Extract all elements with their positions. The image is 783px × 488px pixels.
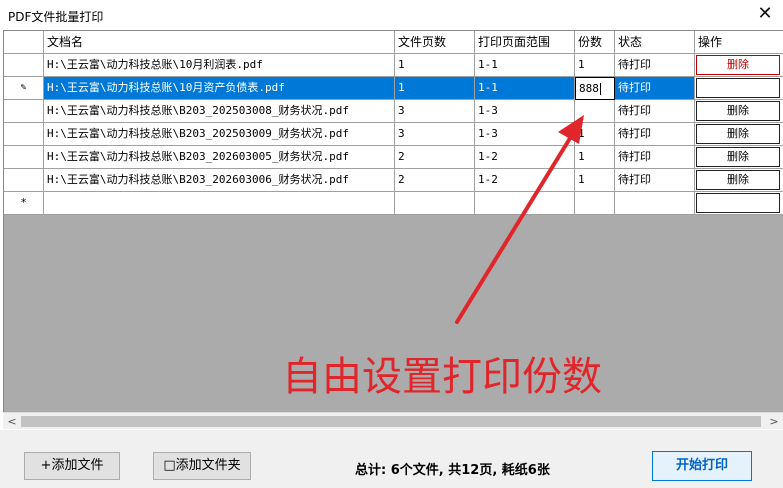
cell-status: 待打印 xyxy=(615,123,695,146)
close-icon[interactable]: ✕ xyxy=(755,4,775,24)
scroll-left-icon[interactable]: < xyxy=(5,414,19,429)
column-header-name[interactable]: 文档名 xyxy=(44,31,395,54)
bottom-toolbar: +添加文件 □添加文件夹 总计: 6个文件, 共12页, 耗纸6张 开始打印 xyxy=(0,430,783,488)
cell-page-count[interactable] xyxy=(395,192,475,215)
cell-page-range[interactable]: 1-3 xyxy=(475,100,575,123)
cell-file-name[interactable]: H:\王云富\动力科技总账\B203_202503008_财务状况.pdf xyxy=(44,100,395,123)
add-file-button[interactable]: +添加文件 xyxy=(24,452,120,480)
cell-action: 删除 xyxy=(695,54,783,77)
cell-status: 待打印 xyxy=(615,77,695,100)
cell-page-count[interactable]: 2 xyxy=(395,146,475,169)
cell-file-name[interactable]: H:\王云富\动力科技总账\B203_202603006_财务状况.pdf xyxy=(44,169,395,192)
scroll-right-icon[interactable]: > xyxy=(767,414,781,429)
row-header-corner xyxy=(4,31,44,54)
row-header[interactable] xyxy=(4,169,44,192)
cell-status: 待打印 xyxy=(615,54,695,77)
horizontal-scrollbar[interactable]: < > xyxy=(3,412,783,429)
row-header[interactable] xyxy=(4,54,44,77)
table-row[interactable]: H:\王云富\动力科技总账\B203_202503008_财务状况.pdf 3 … xyxy=(4,100,783,123)
cell-action xyxy=(695,77,783,100)
cell-action: 删除 xyxy=(695,100,783,123)
cell-page-range[interactable]: 1-1 xyxy=(475,77,575,100)
new-row-marker: * xyxy=(4,192,44,215)
cell-page-range[interactable]: 1-1 xyxy=(475,54,575,77)
cell-copies[interactable]: 1 xyxy=(575,54,615,77)
cell-status: 待打印 xyxy=(615,100,695,123)
column-header-pages[interactable]: 文件页数 xyxy=(395,31,475,54)
delete-button[interactable]: 删除 xyxy=(696,147,780,167)
title-bar: PDF文件批量打印 ✕ xyxy=(0,0,783,30)
cell-page-count[interactable]: 3 xyxy=(395,123,475,146)
cell-page-range[interactable] xyxy=(475,192,575,215)
cell-page-range[interactable]: 1-2 xyxy=(475,169,575,192)
cell-page-count[interactable]: 3 xyxy=(395,100,475,123)
table-row[interactable]: H:\王云富\动力科技总账\10月利润表.pdf 1 1-1 1 待打印 删除 xyxy=(4,54,783,77)
delete-button[interactable]: 删除 xyxy=(696,170,780,190)
row-header[interactable] xyxy=(4,123,44,146)
cell-page-range[interactable]: 1-2 xyxy=(475,146,575,169)
cell-copies[interactable] xyxy=(575,100,615,123)
table-row[interactable]: H:\王云富\动力科技总账\B203_202603005_财务状况.pdf 2 … xyxy=(4,146,783,169)
cell-file-name[interactable]: H:\王云富\动力科技总账\10月资产负债表.pdf xyxy=(44,77,395,100)
cell-page-count[interactable]: 2 xyxy=(395,169,475,192)
delete-button[interactable]: 删除 xyxy=(696,55,780,75)
grid-header-row: 文档名 文件页数 打印页面范围 份数 状态 操作 xyxy=(4,31,783,54)
table-row[interactable]: H:\王云富\动力科技总账\B203_202603006_财务状况.pdf 2 … xyxy=(4,169,783,192)
copies-edit-field[interactable]: 888 xyxy=(575,77,615,100)
cell-file-name[interactable]: H:\王云富\动力科技总账\B203_202503009_财务状况.pdf xyxy=(44,123,395,146)
cell-status xyxy=(615,192,695,215)
cell-status: 待打印 xyxy=(615,146,695,169)
text-caret xyxy=(599,83,601,95)
cell-action: 删除 xyxy=(695,146,783,169)
copies-edit-value[interactable]: 888 xyxy=(579,82,599,95)
new-row[interactable]: * xyxy=(4,192,783,215)
cell-file-name[interactable]: H:\王云富\动力科技总账\B203_202603005_财务状况.pdf xyxy=(44,146,395,169)
row-header[interactable] xyxy=(4,146,44,169)
cell-copies[interactable]: 1 xyxy=(575,146,615,169)
start-print-button[interactable]: 开始打印 xyxy=(652,451,752,481)
table-row[interactable]: H:\王云富\动力科技总账\B203_202503009_财务状况.pdf 3 … xyxy=(4,123,783,146)
delete-button[interactable]: 删除 xyxy=(696,101,780,121)
cell-action: 删除 xyxy=(695,169,783,192)
cell-status: 待打印 xyxy=(615,169,695,192)
cell-copies[interactable]: 1 xyxy=(575,123,615,146)
column-header-range[interactable]: 打印页面范围 xyxy=(475,31,575,54)
table-row-selected[interactable]: ✎ H:\王云富\动力科技总账\10月资产负债表.pdf 1 1-1 888 待… xyxy=(4,77,783,100)
cell-copies[interactable] xyxy=(575,192,615,215)
scrollbar-thumb[interactable] xyxy=(21,416,761,427)
delete-button[interactable] xyxy=(696,193,780,213)
column-header-action[interactable]: 操作 xyxy=(695,31,783,54)
column-header-copies[interactable]: 份数 xyxy=(575,31,615,54)
cell-page-range[interactable]: 1-3 xyxy=(475,123,575,146)
cell-file-name[interactable]: H:\王云富\动力科技总账\10月利润表.pdf xyxy=(44,54,395,77)
cell-copies[interactable]: 1 xyxy=(575,169,615,192)
add-folder-button[interactable]: □添加文件夹 xyxy=(153,452,251,480)
cell-action xyxy=(695,192,783,215)
column-header-status[interactable]: 状态 xyxy=(615,31,695,54)
edit-row-icon: ✎ xyxy=(4,77,44,100)
window-title: PDF文件批量打印 xyxy=(8,10,104,24)
cell-page-count[interactable]: 1 xyxy=(395,77,475,100)
cell-page-count[interactable]: 1 xyxy=(395,54,475,77)
delete-button[interactable]: 删除 xyxy=(696,124,780,144)
cell-file-name[interactable] xyxy=(44,192,395,215)
row-header[interactable] xyxy=(4,100,44,123)
annotation-text: 自由设置打印份数 xyxy=(282,354,602,400)
summary-text: 总计: 6个文件, 共12页, 耗纸6张 xyxy=(355,463,550,478)
delete-button[interactable] xyxy=(696,78,780,98)
cell-action: 删除 xyxy=(695,123,783,146)
